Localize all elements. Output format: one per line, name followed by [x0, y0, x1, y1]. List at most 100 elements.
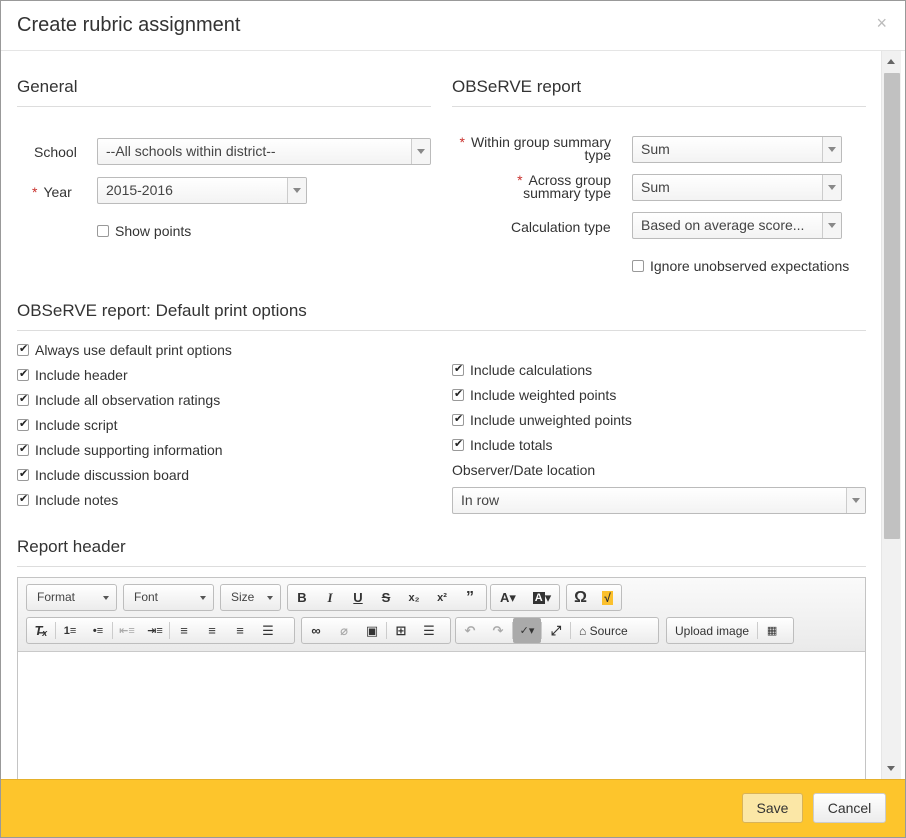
- template-icon[interactable]: ▦: [758, 618, 786, 643]
- checkbox-box[interactable]: [97, 225, 109, 237]
- chevron-down-icon: [822, 175, 841, 200]
- checkbox-box[interactable]: [452, 437, 464, 451]
- link-icon[interactable]: ∞: [302, 618, 330, 643]
- text-color-icon[interactable]: A▾: [491, 585, 525, 610]
- horizontal-line-icon[interactable]: ☰: [415, 618, 443, 643]
- spellcheck-icon[interactable]: ✓▾: [513, 618, 541, 643]
- school-select[interactable]: --All schools within district--: [97, 138, 431, 165]
- redo-icon[interactable]: ↷: [484, 618, 512, 643]
- image-icon[interactable]: ▣: [358, 618, 386, 643]
- size-dropdown[interactable]: Size: [220, 584, 281, 611]
- scroll-up-icon[interactable]: [887, 59, 895, 64]
- print-option-label: Always use default print options: [35, 342, 232, 358]
- checkbox-box[interactable]: [17, 392, 29, 406]
- checkbox-box[interactable]: [17, 342, 29, 356]
- chevron-down-icon: [846, 488, 865, 513]
- ignore-unobserved-checkbox[interactable]: Ignore unobserved expectations: [632, 258, 849, 274]
- scroll-thumb[interactable]: [884, 73, 900, 539]
- remove-format-icon[interactable]: T̶ₓ: [27, 618, 55, 643]
- color-group: A▾ A ▾: [490, 584, 560, 611]
- align-right-icon[interactable]: ≡: [226, 618, 254, 643]
- source-label: Source: [589, 623, 628, 638]
- undo-icon[interactable]: ↶: [456, 618, 484, 643]
- background-color-icon[interactable]: A ▾: [525, 585, 559, 610]
- checkbox-box[interactable]: [452, 412, 464, 426]
- subscript-icon[interactable]: x₂: [400, 585, 428, 610]
- checkbox-box[interactable]: [17, 492, 29, 506]
- outdent-icon[interactable]: ⇤≡: [113, 618, 141, 643]
- calculation-type-select[interactable]: Based on average score...: [632, 212, 842, 239]
- format-dropdown[interactable]: Format: [26, 584, 117, 611]
- across-group-select[interactable]: Sum: [632, 174, 842, 201]
- upload-group: Upload image ▦: [666, 617, 794, 644]
- unlink-icon[interactable]: ⌀: [330, 618, 358, 643]
- print-option-label: Include supporting information: [35, 442, 223, 458]
- report-header-title: Report header: [17, 537, 126, 556]
- print-option-checkbox[interactable]: Always use default print options: [17, 342, 232, 358]
- save-button[interactable]: Save: [742, 793, 803, 823]
- print-option-checkbox[interactable]: Include notes: [17, 492, 118, 508]
- underline-icon[interactable]: U: [344, 585, 372, 610]
- indent-icon[interactable]: ⇥≡: [141, 618, 169, 643]
- dialog-body: General School --All schools within dist…: [1, 51, 881, 779]
- italic-icon[interactable]: I: [316, 585, 344, 610]
- print-option-label: Include totals: [470, 437, 553, 453]
- print-option-label: Include notes: [35, 492, 119, 508]
- year-select[interactable]: 2015-2016: [97, 177, 307, 204]
- bold-icon[interactable]: B: [288, 585, 316, 610]
- create-rubric-dialog: Create rubric assignment × General Schoo…: [0, 0, 906, 838]
- observer-location-select[interactable]: In row: [452, 487, 866, 514]
- justify-icon[interactable]: ☰: [254, 618, 282, 643]
- maximize-icon[interactable]: ⤢: [542, 618, 570, 643]
- scrollbar[interactable]: [881, 51, 901, 779]
- checkbox-box[interactable]: [17, 467, 29, 481]
- print-option-checkbox[interactable]: Include discussion board: [17, 467, 189, 483]
- within-group-select[interactable]: Sum: [632, 136, 842, 163]
- within-group-label-line2: type: [584, 147, 611, 163]
- tools-group: ↶ ↷ ✓▾ ⤢ ⌂ Source: [455, 617, 659, 644]
- general-divider: [17, 106, 431, 107]
- print-option-checkbox[interactable]: Include all observation ratings: [17, 392, 220, 408]
- table-icon[interactable]: ⊞: [387, 618, 415, 643]
- print-option-checkbox[interactable]: Include calculations: [452, 362, 592, 378]
- close-icon[interactable]: ×: [876, 13, 887, 34]
- numbered-list-icon[interactable]: 1≡: [56, 618, 84, 643]
- across-group-label: * Across group summary type: [451, 173, 611, 200]
- checkbox-box[interactable]: [17, 442, 29, 456]
- checkbox-box[interactable]: [452, 362, 464, 376]
- cancel-button[interactable]: Cancel: [813, 793, 886, 823]
- special-character-icon[interactable]: Ω: [567, 585, 594, 610]
- blockquote-icon[interactable]: ”: [456, 585, 484, 610]
- year-label: * Year: [32, 184, 72, 200]
- checkbox-box[interactable]: [17, 367, 29, 381]
- paragraph-group: T̶ₓ 1≡ •≡ ⇤≡ ⇥≡ ≡ ≡ ≡ ☰: [26, 617, 295, 644]
- print-option-checkbox[interactable]: Include unweighted points: [452, 412, 632, 428]
- upload-image-button[interactable]: Upload image: [667, 624, 757, 638]
- strikethrough-icon[interactable]: S: [372, 585, 400, 610]
- editor-content-area[interactable]: [18, 652, 865, 779]
- dialog-footer: Save Cancel: [1, 779, 905, 837]
- checkbox-box[interactable]: [17, 417, 29, 431]
- scroll-down-icon[interactable]: [887, 766, 895, 771]
- print-option-checkbox[interactable]: Include script: [17, 417, 117, 433]
- print-option-checkbox[interactable]: Include totals: [452, 437, 553, 453]
- print-option-checkbox[interactable]: Include header: [17, 367, 128, 383]
- report-header-divider: [17, 566, 866, 567]
- bulleted-list-icon[interactable]: •≡: [84, 618, 112, 643]
- superscript-icon[interactable]: x²: [428, 585, 456, 610]
- print-option-label: Include all observation ratings: [35, 392, 221, 408]
- checkbox-box[interactable]: [452, 387, 464, 401]
- print-options-title: OBSeRVE report: Default print options: [17, 301, 307, 320]
- checkbox-box[interactable]: [632, 260, 644, 272]
- show-points-checkbox[interactable]: Show points: [97, 223, 191, 239]
- source-button[interactable]: ⌂ Source: [571, 624, 636, 638]
- math-icon[interactable]: √: [594, 585, 621, 610]
- observer-location-value: In row: [461, 492, 500, 508]
- font-dropdown[interactable]: Font: [123, 584, 214, 611]
- align-left-icon[interactable]: ≡: [170, 618, 198, 643]
- print-option-checkbox[interactable]: Include supporting information: [17, 442, 223, 458]
- align-center-icon[interactable]: ≡: [198, 618, 226, 643]
- print-option-checkbox[interactable]: Include weighted points: [452, 387, 616, 403]
- print-option-label: Include header: [35, 367, 128, 383]
- chevron-down-icon: [287, 178, 306, 203]
